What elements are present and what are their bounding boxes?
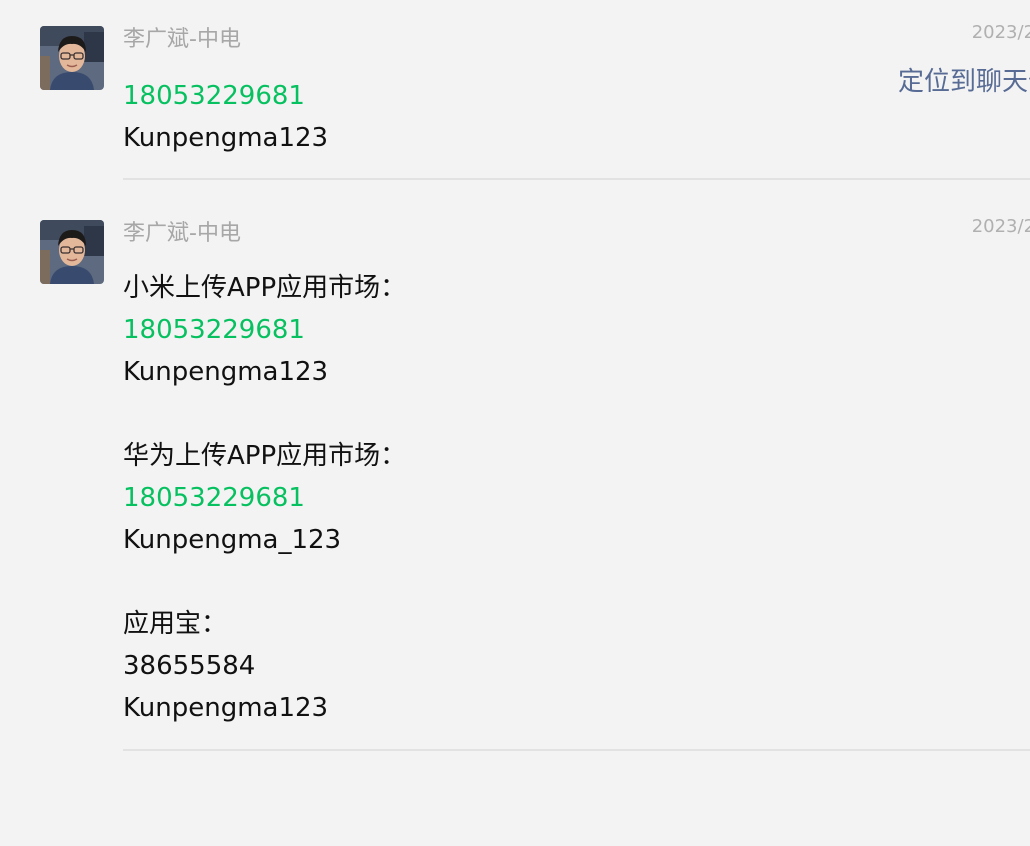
message-line: Kunpengma123 [123,357,329,387]
message-line: 华为上传APP应用市场： [123,441,407,471]
message-line: Kunpengma123 [123,123,329,153]
phone-number-link[interactable]: 18053229681 [123,477,406,519]
avatar-photo [40,26,104,90]
avatar[interactable] [40,220,104,284]
message-line: Kunpengma_123 [123,525,342,555]
sender-name: 李广斌-中电 [123,27,241,52]
message-line: Kunpengma123 [123,693,329,723]
locate-in-chat-link[interactable]: 定位到聊天位置 [898,66,1030,98]
message-item: 李广斌-中电 2023/2/13 小米上传APP应用市场： 1805322968… [0,181,1030,753]
message-line: 应用宝： [123,609,228,639]
phone-number-link[interactable]: 18053229681 [123,309,406,351]
phone-number-link[interactable]: 18053229681 [123,75,328,117]
message-time: 2023/2/13 [971,22,1030,43]
sender-name: 李广斌-中电 [123,221,241,246]
chat-history-window: 李广斌-中电 2023/2/13 定位到聊天位置 18053229681 Kun… [0,0,1030,846]
message-item: 李广斌-中电 2023/2/13 定位到聊天位置 18053229681 Kun… [0,0,1030,181]
message-body: 18053229681 Kunpengma123 [123,75,328,159]
divider [123,178,1030,180]
message-body: 小米上传APP应用市场： 18053229681 Kunpengma123 华为… [123,267,406,729]
message-line: 38655584 [123,651,256,681]
divider [123,749,1030,751]
avatar[interactable] [40,26,104,90]
message-time: 2023/2/13 [971,216,1030,237]
message-line: 小米上传APP应用市场： [123,273,407,303]
avatar-photo [40,220,104,284]
